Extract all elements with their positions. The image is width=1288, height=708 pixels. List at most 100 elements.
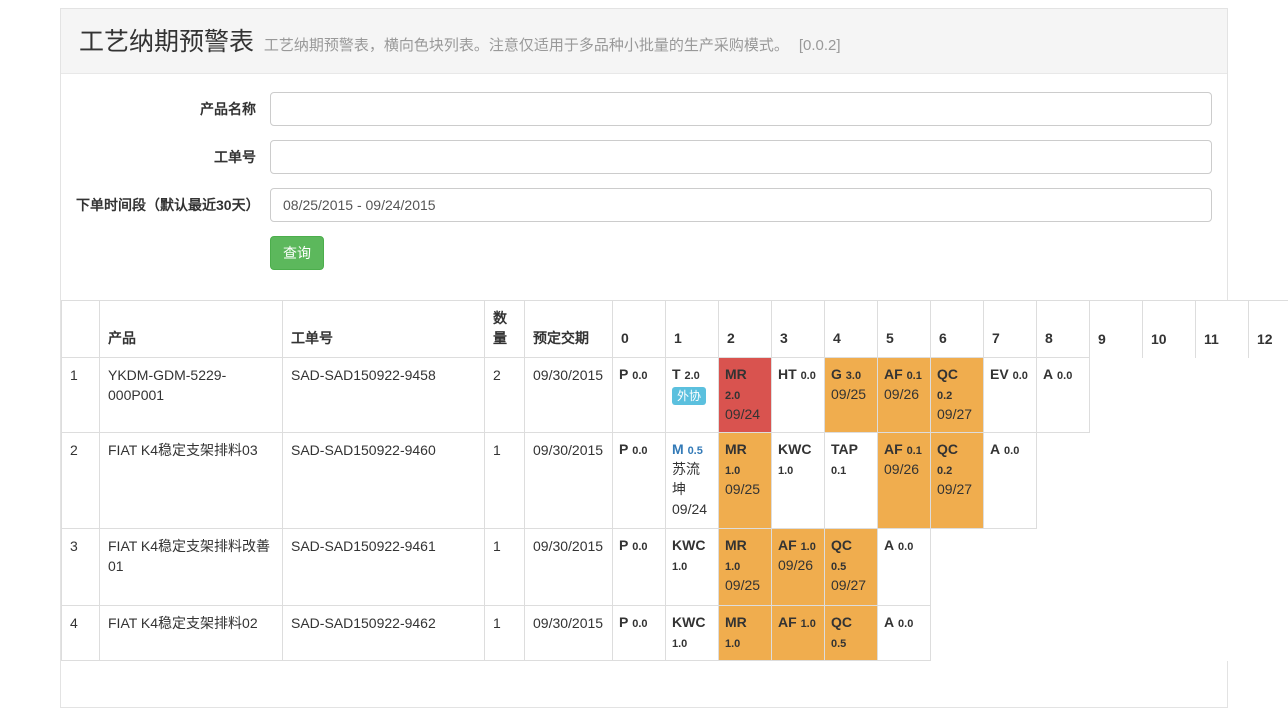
process-step-cell: P 0.0 — [613, 358, 666, 433]
process-step-cell: AF 1.0 — [772, 605, 825, 660]
page-header: 工艺纳期预警表 工艺纳期预警表，横向色块列表。注意仅适用于多品种小批量的生产采购… — [61, 9, 1227, 74]
process-code: KWC — [672, 537, 705, 553]
column-header — [62, 301, 100, 358]
column-header: 数量 — [485, 301, 525, 358]
process-step-label: MR 1.0 — [725, 441, 747, 477]
process-step-cell: A 0.0 — [1037, 358, 1090, 433]
process-step-label: QC 0.5 — [831, 537, 852, 573]
process-step-label: HT 0.0 — [778, 366, 816, 382]
process-code: QC — [937, 366, 958, 382]
column-header: 预定交期 — [525, 301, 613, 358]
column-header: 5 — [878, 301, 931, 358]
process-step-label: P 0.0 — [619, 614, 648, 630]
process-code: HT — [778, 366, 797, 382]
process-hours: 3.0 — [846, 370, 861, 382]
qty-cell: 2 — [485, 358, 525, 433]
process-step-cell: AF 0.109/26 — [878, 432, 931, 528]
process-step-cell: MR 1.0 — [719, 605, 772, 660]
table-row: 2FIAT K4稳定支架排料03SAD-SAD150922-9460109/30… — [62, 432, 1288, 528]
process-step-label: P 0.0 — [619, 537, 648, 553]
process-code: MR — [725, 537, 747, 553]
process-date: 09/27 — [937, 405, 977, 425]
process-code: EV — [990, 366, 1009, 382]
column-header: 工单号 — [283, 301, 485, 358]
process-step-cell: MR 1.0 09/25 — [719, 528, 772, 605]
process-step-link[interactable]: M 0.5 — [672, 441, 703, 457]
date-range-label: 下单时间段（默认最近30天） — [76, 188, 270, 215]
process-code: TAP — [831, 441, 858, 457]
process-step-cell: EV 0.0 — [984, 358, 1037, 433]
process-step-label: EV 0.0 — [990, 366, 1028, 382]
page-subtitle: 工艺纳期预警表，横向色块列表。注意仅适用于多品种小批量的生产采购模式。 — [264, 37, 789, 54]
process-step-label: A 0.0 — [990, 441, 1019, 457]
process-step-label: MR 2.0 — [725, 366, 747, 402]
work-order-input[interactable] — [270, 140, 1212, 174]
process-code: T — [672, 366, 681, 382]
process-step-label: KWC 1.0 — [672, 614, 705, 650]
process-hours: 0.0 — [801, 370, 816, 382]
process-hours: 1.0 — [725, 561, 740, 573]
column-header: 6 — [931, 301, 984, 358]
process-step-cell: G 3.009/25 — [825, 358, 878, 433]
date-range-input[interactable] — [270, 188, 1212, 222]
process-hours: 1.0 — [801, 618, 816, 630]
process-date: 09/27 — [831, 576, 871, 596]
column-header: 12 — [1249, 301, 1288, 358]
column-header: 产品 — [100, 301, 283, 358]
main-panel: 工艺纳期预警表 工艺纳期预警表，横向色块列表。注意仅适用于多品种小批量的生产采购… — [60, 8, 1228, 708]
process-step-label: QC 0.2 — [937, 441, 958, 477]
process-hours: 0.2 — [937, 465, 952, 477]
column-header: 4 — [825, 301, 878, 358]
product-name-input[interactable] — [270, 92, 1212, 126]
product-cell: FIAT K4稳定支架排料02 — [100, 605, 283, 660]
product-cell: FIAT K4稳定支架排料03 — [100, 432, 283, 528]
process-hours: 0.0 — [632, 445, 647, 457]
process-step-label: KWC 1.0 — [672, 537, 705, 573]
product-name-label: 产品名称 — [76, 92, 270, 119]
page-version: [0.0.2] — [799, 37, 841, 54]
process-hours: 0.0 — [898, 541, 913, 553]
column-header: 2 — [719, 301, 772, 358]
process-code: AF — [884, 366, 903, 382]
process-date: 09/25 — [725, 576, 765, 596]
process-hours: 0.0 — [1057, 370, 1072, 382]
column-header: 7 — [984, 301, 1037, 358]
due-date-cell: 09/30/2015 — [525, 358, 613, 433]
process-hours: 0.0 — [898, 618, 913, 630]
process-hours: 0.2 — [937, 390, 952, 402]
process-step-cell: P 0.0 — [613, 605, 666, 660]
process-hours: 0.5 — [831, 561, 846, 573]
process-code: MR — [725, 614, 747, 630]
column-header: 1 — [666, 301, 719, 358]
process-hours: 0.0 — [1013, 370, 1028, 382]
process-hours: 2.0 — [684, 370, 699, 382]
warning-table: 产品工单号数量预定交期0123456789101112 1YKDM-GDM-52… — [61, 300, 1288, 661]
process-step-cell: KWC 1.0 — [666, 528, 719, 605]
process-code: G — [831, 366, 842, 382]
process-step-cell: P 0.0 — [613, 528, 666, 605]
process-code: A — [1043, 366, 1053, 382]
process-hours: 0.0 — [632, 370, 647, 382]
column-header: 0 — [613, 301, 666, 358]
table-row: 4FIAT K4稳定支架排料02SAD-SAD150922-9462109/30… — [62, 605, 1288, 660]
process-code: AF — [778, 537, 797, 553]
process-hours: 0.1 — [831, 465, 846, 477]
process-date: 09/24 — [725, 405, 765, 425]
process-step-cell: KWC 1.0 — [772, 432, 825, 528]
qty-cell: 1 — [485, 528, 525, 605]
table-header-row: 产品工单号数量预定交期0123456789101112 — [62, 301, 1288, 358]
row-index: 4 — [62, 605, 100, 660]
process-code: QC — [831, 537, 852, 553]
process-code: M — [672, 441, 684, 457]
process-person: 苏流坤 — [672, 460, 712, 500]
process-step-label: P 0.0 — [619, 441, 648, 457]
column-header: 11 — [1196, 301, 1249, 358]
process-step-cell: QC 0.5 09/27 — [825, 528, 878, 605]
process-step-label: A 0.0 — [884, 614, 913, 630]
process-hours: 0.0 — [1004, 445, 1019, 457]
process-hours: 1.0 — [778, 465, 793, 477]
search-form: 产品名称 工单号 下单时间段（默认最近30天） 查询 — [61, 74, 1227, 286]
query-button[interactable]: 查询 — [270, 236, 324, 270]
form-row-date-range: 下单时间段（默认最近30天） — [76, 188, 1212, 222]
process-step-label: P 0.0 — [619, 366, 648, 382]
